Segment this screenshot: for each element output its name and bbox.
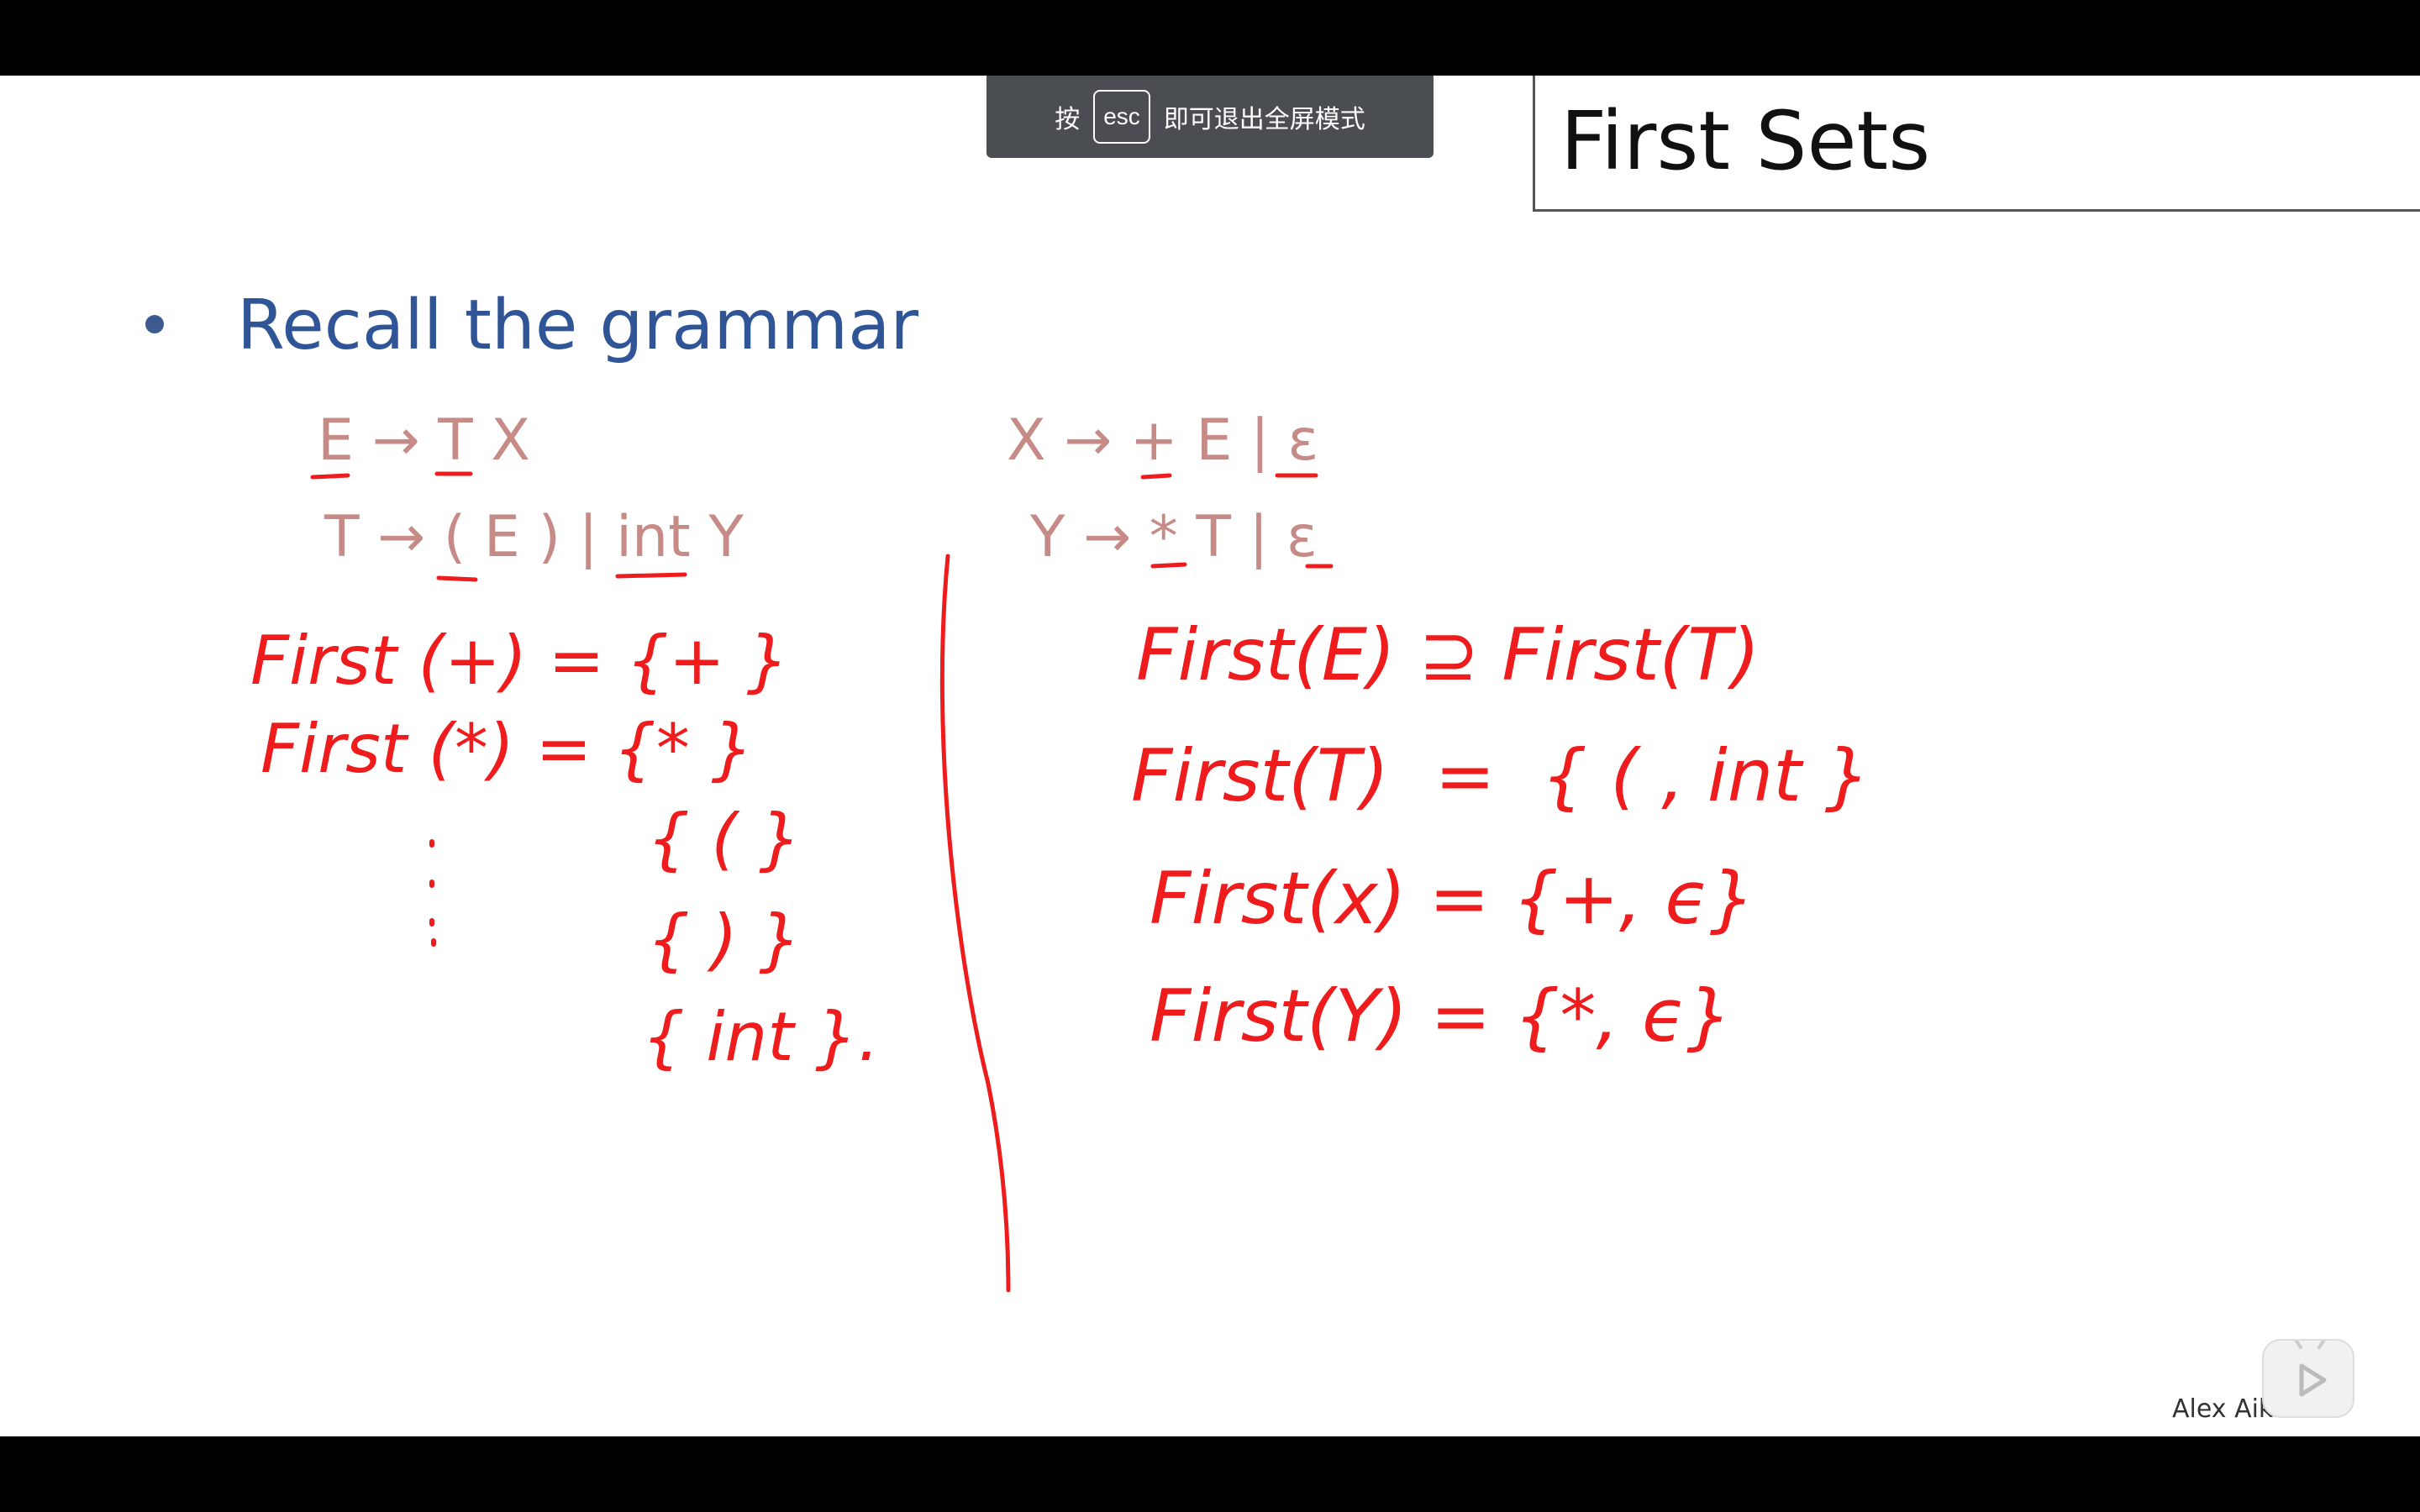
handwriting-set-lparen: { ( }	[647, 800, 802, 878]
handwriting-first-y: First(Y) = {*, ϵ}	[1150, 974, 1733, 1058]
grammar-rule-x: X → + E | ε	[1007, 407, 1319, 474]
handwriting-first-x: First(x) = {+, ϵ}	[1150, 857, 1756, 941]
handwriting-set-rparen: { ) }	[647, 900, 802, 979]
grammar-rule-e: E → T X	[318, 407, 530, 474]
video-frame[interactable]: First Sets Recall the grammar E → T X T …	[0, 76, 2420, 1436]
handwriting-first-star: First (*) = {* }	[260, 710, 755, 788]
bullet-point	[145, 315, 164, 333]
play-icon	[2294, 1341, 2327, 1397]
bullet-text: Recall the grammar	[237, 286, 919, 365]
toast-suffix: 即可退出全屏模式	[1163, 106, 1365, 134]
handwriting-first-plus: First (+) = {+ }	[250, 622, 790, 700]
esc-key-hint: esc	[1093, 90, 1150, 144]
grammar-rule-t: T → ( E ) | int Y	[324, 504, 744, 570]
handwriting-set-int: { int }.	[642, 998, 880, 1076]
handwriting-first-t: First(T) = { ( , int }	[1131, 734, 1871, 818]
fullscreen-exit-toast: 按 esc 即可退出全屏模式	[986, 76, 1434, 158]
slide-title: First Sets	[1560, 94, 1931, 188]
slide-title-box: First Sets	[1533, 76, 2420, 212]
grammar-rule-y: Y → * T | ε	[1030, 504, 1318, 570]
toast-prefix: 按	[1055, 106, 1081, 134]
player-badge[interactable]	[2262, 1339, 2354, 1418]
handwriting-first-e: First(E) ⊇ First(T)	[1136, 613, 1760, 697]
